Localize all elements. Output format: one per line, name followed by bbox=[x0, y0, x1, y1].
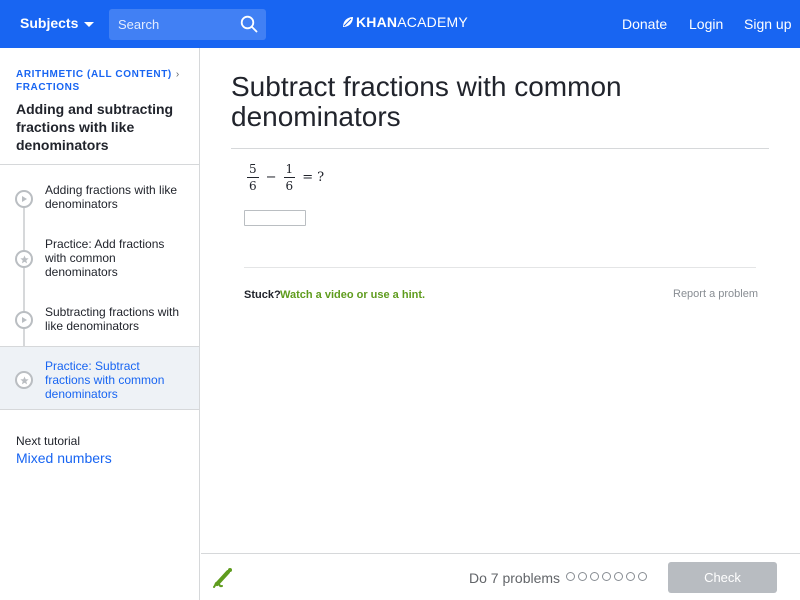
toc-item-adding-video[interactable]: Adding fractions with like denominators bbox=[0, 176, 199, 226]
next-tutorial-label: Next tutorial bbox=[16, 434, 81, 448]
toc-item-subtracting-video[interactable]: Subtracting fractions with like denomina… bbox=[0, 298, 199, 348]
toc-item-label: Practice: Subtract fractions with common… bbox=[45, 359, 165, 401]
toc-item-label: Subtracting fractions with like denomina… bbox=[45, 305, 180, 333]
progress-dot bbox=[602, 572, 611, 581]
tutorial-title: Adding and subtracting fractions with li… bbox=[16, 101, 174, 153]
divider bbox=[244, 267, 756, 268]
next-tutorial-link[interactable]: Mixed numbers bbox=[16, 450, 112, 466]
scratchpad-pencil-icon[interactable] bbox=[211, 566, 235, 590]
toc-item-subtract-practice[interactable]: Practice: Subtract fractions with common… bbox=[0, 346, 199, 410]
star-icon bbox=[15, 371, 33, 389]
leaf-icon bbox=[343, 17, 353, 27]
progress-dot bbox=[590, 572, 599, 581]
logo-text-academy: ACADEMY bbox=[397, 14, 468, 30]
fraction-b: 1 6 bbox=[283, 162, 296, 193]
breadcrumb: ARITHMETIC (ALL CONTENT) › FRACTIONS bbox=[16, 68, 191, 94]
chevron-right-icon: › bbox=[175, 69, 180, 80]
search-box bbox=[109, 9, 266, 40]
progress-dot bbox=[626, 572, 635, 581]
search-input[interactable] bbox=[109, 17, 234, 32]
toc-item-label: Adding fractions with like denominators bbox=[45, 183, 178, 211]
tutorial-sidebar: ARITHMETIC (ALL CONTENT) › FRACTIONS Addi… bbox=[0, 48, 200, 600]
denominator: 6 bbox=[285, 179, 294, 193]
check-button[interactable]: Check bbox=[668, 562, 777, 593]
numerator: 5 bbox=[247, 162, 259, 178]
problem-expression: 5 6 − 1 6 = ? bbox=[244, 162, 328, 193]
divider bbox=[0, 164, 199, 165]
divider bbox=[231, 148, 769, 149]
progress-dots bbox=[566, 572, 647, 581]
hint-link[interactable]: Watch a video or use a hint. bbox=[280, 289, 425, 301]
logo-text-khan: KHAN bbox=[356, 14, 398, 30]
denominator: 6 bbox=[249, 179, 257, 193]
khan-academy-logo[interactable]: KHANACADEMY bbox=[342, 14, 468, 30]
signup-link[interactable]: Sign up bbox=[744, 16, 791, 32]
progress-dot bbox=[614, 572, 623, 581]
report-problem-link[interactable]: Report a problem bbox=[673, 288, 758, 300]
login-link[interactable]: Login bbox=[689, 16, 723, 32]
donate-link[interactable]: Donate bbox=[622, 16, 667, 32]
stuck-label: Stuck? bbox=[244, 289, 281, 301]
minus-sign: − bbox=[265, 170, 277, 185]
numerator: 1 bbox=[283, 162, 296, 178]
page-title: Subtract fractions with common denominat… bbox=[231, 71, 622, 132]
toc-item-label: Practice: Add fractions with common deno… bbox=[45, 237, 165, 279]
star-icon bbox=[15, 250, 33, 268]
top-navigation-bar: Subjects KHANACADEMY Donate Login Sign u… bbox=[0, 0, 800, 48]
answer-input[interactable] bbox=[244, 210, 306, 226]
subjects-label: Subjects bbox=[20, 15, 79, 31]
fraction-a: 5 6 bbox=[247, 162, 259, 193]
toc-item-add-practice[interactable]: Practice: Add fractions with common deno… bbox=[0, 230, 199, 292]
do-problems-label: Do 7 problems bbox=[469, 570, 561, 586]
play-icon bbox=[15, 311, 33, 329]
exercise-footer: Do 7 problems Check bbox=[201, 553, 800, 600]
progress-dot bbox=[638, 572, 647, 581]
subjects-menu-button[interactable]: Subjects bbox=[20, 15, 95, 31]
search-icon[interactable] bbox=[240, 15, 258, 33]
question-mark: ? bbox=[317, 170, 325, 185]
caret-down-icon bbox=[84, 21, 95, 27]
equals-sign: = bbox=[302, 170, 314, 185]
progress-dot bbox=[578, 572, 587, 581]
breadcrumb-fractions[interactable]: FRACTIONS bbox=[16, 82, 80, 93]
progress-dot bbox=[566, 572, 575, 581]
breadcrumb-arithmetic[interactable]: ARITHMETIC (ALL CONTENT) bbox=[16, 69, 172, 80]
play-icon bbox=[15, 190, 33, 208]
